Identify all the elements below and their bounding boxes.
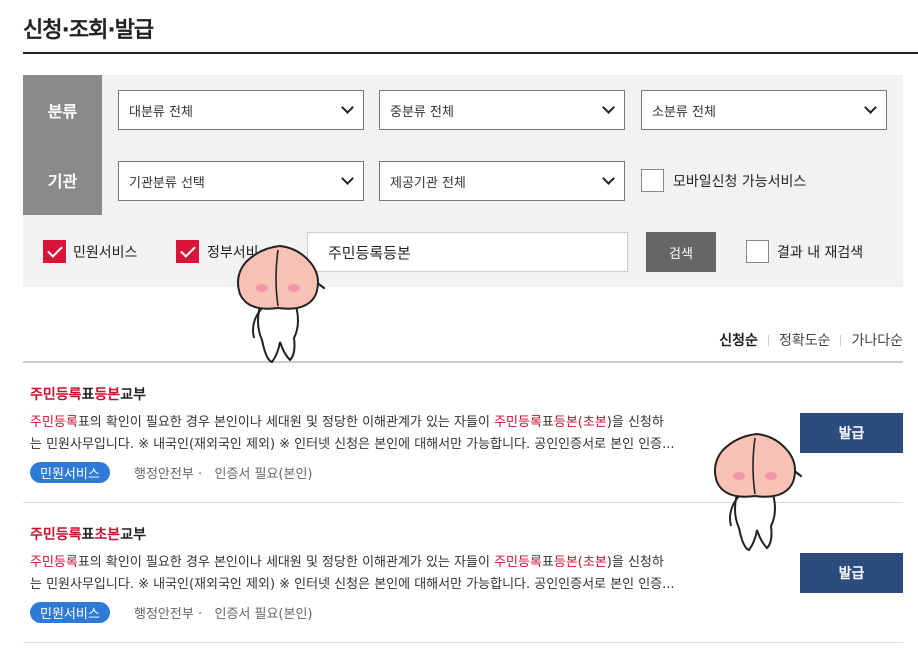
desc-keyword: 주민등록 [30, 555, 78, 570]
agency-row-label: 기관 [23, 145, 102, 215]
issue-button[interactable]: 발급 [800, 553, 903, 593]
result-title[interactable]: 주민등록표초본교부 [30, 524, 146, 544]
page-title: 신청·조회·발급 [23, 18, 154, 43]
description-line: 주민등록표의 확인이 필요한 경우 본인이나 세대원 및 정당한 이해관계가 있… [30, 552, 765, 574]
desc-keyword: 주민등록 [494, 415, 542, 430]
requirement-text: 인증서 필요(본인) [214, 467, 313, 482]
chevron-down-icon [864, 102, 878, 116]
search-filter-panel: 분류 기관 대분류 전체 중분류 전체 소분류 전체 기관분류 선택 제공기관 … [23, 75, 903, 287]
provider-select[interactable]: 제공기관 전체 [379, 161, 625, 201]
title-keyword: 주민등록 [30, 387, 82, 403]
desc-text: 표의 확인이 필요한 경우 본인이나 세대원 및 정당한 이해관계가 있는 자들… [77, 555, 495, 570]
minor-category-value: 소분류 전체 [652, 104, 716, 120]
issue-button[interactable]: 발급 [800, 413, 903, 453]
peach-mascot-icon [714, 432, 803, 552]
chevron-down-icon [602, 102, 616, 116]
desc-keyword: 초본 [582, 555, 607, 570]
search-input[interactable] [307, 232, 628, 272]
gov-service-checkbox[interactable] [176, 240, 199, 263]
chevron-down-icon [602, 173, 616, 187]
result-title[interactable]: 주민등록표등본교부 [30, 384, 146, 404]
result-meta: 행정안전부 · 인증서 필요(본인) [134, 607, 313, 622]
chevron-down-icon [341, 102, 355, 116]
desc-text: 표 [541, 415, 554, 430]
description-line: 는 민원사무입니다. ※ 내국인(재외국인 제외) ※ 인터넷 신청은 본인에 … [30, 437, 675, 452]
result-description: 주민등록표의 확인이 필요한 경우 본인이나 세대원 및 정당한 이해관계가 있… [30, 552, 765, 596]
mobile-service-checkbox[interactable] [641, 169, 664, 192]
major-category-select[interactable]: 대분류 전체 [118, 90, 364, 130]
title-text: 교부 [120, 527, 146, 543]
title-keyword: 초본 [94, 527, 121, 543]
desc-keyword: 초본 [582, 415, 607, 430]
mid-category-value: 중분류 전체 [390, 104, 454, 120]
agency-name: 행정안전부 [134, 467, 194, 482]
sort-options: 신청순 정확도순 가나다순 [719, 330, 903, 350]
peach-mascot-icon [237, 244, 326, 364]
desc-keyword: 주민등록 [30, 415, 78, 430]
major-category-value: 대분류 전체 [129, 104, 193, 120]
result-meta: 행정안전부 · 인증서 필요(본인) [134, 467, 313, 482]
agency-type-value: 기관분류 선택 [129, 175, 205, 191]
minor-category-select[interactable]: 소분류 전체 [641, 90, 887, 130]
desc-text: )을 신청하 [606, 555, 664, 570]
mobile-service-label: 모바일신청 가능서비스 [673, 174, 807, 190]
result-description: 주민등록표의 확인이 필요한 경우 본인이나 세대원 및 정당한 이해관계가 있… [30, 412, 765, 456]
civil-service-label: 민원서비스 [73, 245, 138, 261]
service-type-badge: 민원서비스 [30, 462, 110, 483]
requirement-text: 인증서 필요(본인) [214, 607, 313, 622]
description-line: 주민등록표의 확인이 필요한 경우 본인이나 세대원 및 정당한 이해관계가 있… [30, 412, 765, 434]
chevron-down-icon [341, 173, 355, 187]
title-keyword: 등본 [94, 387, 121, 403]
title-text: 표 [81, 527, 95, 543]
desc-text: 표의 확인이 필요한 경우 본인이나 세대원 및 정당한 이해관계가 있는 자들… [77, 415, 495, 430]
description-line: 는 민원사무입니다. ※ 내국인(재외국인 제외) ※ 인터넷 신청은 본인에 … [30, 577, 675, 592]
agency-type-select[interactable]: 기관분류 선택 [118, 161, 364, 201]
title-text: 교부 [120, 387, 146, 403]
desc-keyword: 주민등록 [494, 555, 542, 570]
agency-name: 행정안전부 [134, 607, 194, 622]
sort-divider [840, 334, 842, 346]
research-checkbox[interactable] [746, 240, 769, 263]
sort-by-application[interactable]: 신청순 [719, 330, 758, 350]
service-type-badge: 민원서비스 [30, 602, 110, 623]
title-divider [23, 52, 918, 54]
sort-by-accuracy[interactable]: 정확도순 [779, 330, 831, 350]
desc-text: 표 [541, 555, 554, 570]
sort-by-alphabet[interactable]: 가나다순 [851, 330, 903, 350]
sort-divider [767, 334, 769, 346]
title-text: 표 [81, 387, 95, 403]
desc-text: )을 신청하 [606, 415, 664, 430]
desc-keyword: 등본 [553, 555, 578, 570]
research-label: 결과 내 재검색 [777, 245, 864, 261]
search-button[interactable]: 검색 [646, 232, 716, 272]
desc-keyword: 등본 [553, 415, 578, 430]
provider-value: 제공기관 전체 [390, 175, 466, 191]
title-keyword: 주민등록 [30, 527, 82, 543]
civil-service-checkbox[interactable] [43, 240, 66, 263]
mid-category-select[interactable]: 중분류 전체 [379, 90, 625, 130]
category-row-label: 분류 [23, 75, 102, 145]
